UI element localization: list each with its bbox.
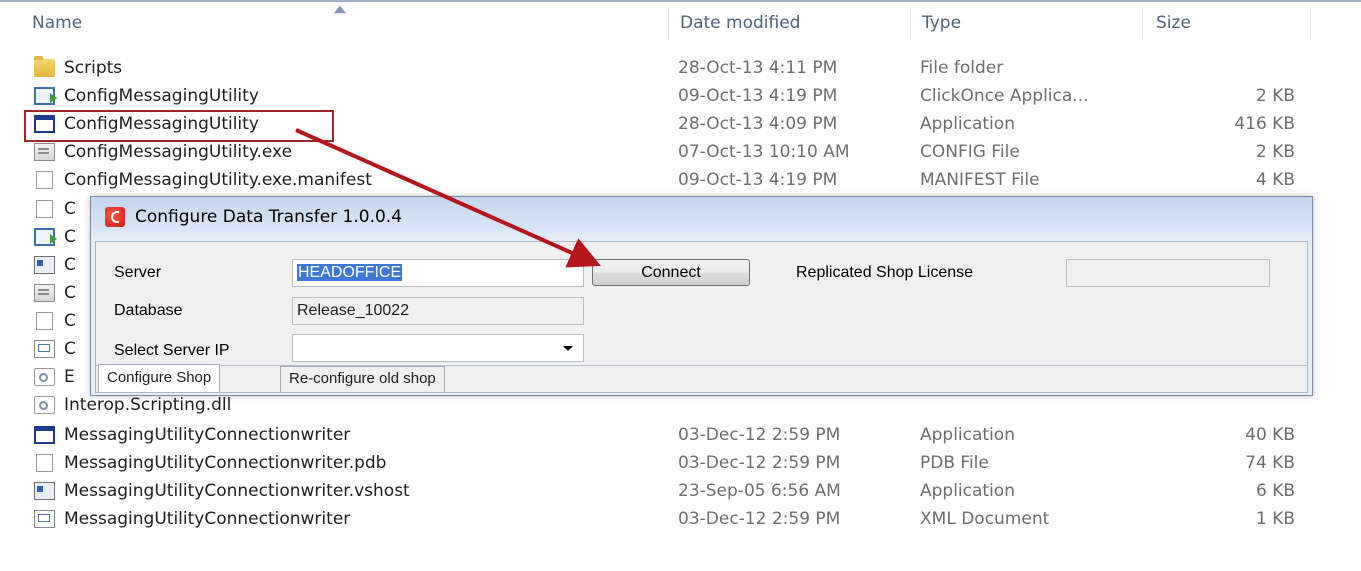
file-type: XML Document: [920, 509, 1050, 529]
document-icon: [36, 454, 53, 472]
database-label: Database: [114, 302, 183, 319]
dialog-title: Configure Data Transfer 1.0.0.4: [135, 207, 403, 227]
file-row[interactable]: Scripts 28-Oct-13 4:11 PM File folder: [0, 54, 1361, 82]
file-row[interactable]: ConfigMessagingUtility 09-Oct-13 4:19 PM…: [0, 82, 1361, 110]
file-row[interactable]: ConfigMessagingUtility.exe.manifest 09-O…: [0, 166, 1361, 194]
file-type: MANIFEST File: [920, 170, 1040, 190]
column-header-type[interactable]: Type: [914, 2, 1140, 44]
file-size: 2 KB: [1255, 86, 1295, 106]
xml-document-icon: [34, 340, 55, 358]
column-header-date-modified[interactable]: Date modified: [672, 2, 910, 44]
select-server-ip-label: Select Server IP: [114, 342, 230, 359]
file-type: PDB File: [920, 453, 989, 473]
file-name: MessagingUtilityConnectionwriter: [64, 425, 351, 445]
file-name: C: [64, 339, 76, 359]
column-divider[interactable]: [668, 8, 669, 40]
file-size: 416 KB: [1234, 114, 1295, 134]
file-row[interactable]: MessagingUtilityConnectionwriter.vshost …: [0, 477, 1361, 505]
file-type: CONFIG File: [920, 142, 1020, 162]
file-name: MessagingUtilityConnectionwriter: [64, 509, 351, 529]
replicated-shop-license-field[interactable]: [1066, 259, 1270, 287]
dll-icon: [34, 396, 55, 414]
file-name: ConfigMessagingUtility.exe: [64, 142, 293, 162]
config-file-icon: [34, 284, 55, 302]
xml-document-icon: [34, 510, 55, 528]
sort-ascending-icon: ▲: [333, 4, 347, 15]
file-date: 03-Dec-12 2:59 PM: [678, 425, 841, 445]
file-date: 23-Sep-05 6:56 AM: [678, 481, 841, 501]
clickonce-icon: [34, 228, 57, 246]
document-icon: [36, 171, 53, 189]
document-icon: [36, 200, 53, 218]
vshost-icon: [34, 482, 55, 500]
column-divider[interactable]: [1310, 8, 1311, 40]
file-row[interactable]: MessagingUtilityConnectionwriter 03-Dec-…: [0, 505, 1361, 533]
server-field[interactable]: HEADOFFICE: [292, 259, 584, 287]
file-size: 4 KB: [1255, 170, 1295, 190]
file-type: File folder: [920, 58, 1004, 78]
file-date: 09-Oct-13 4:19 PM: [678, 170, 838, 190]
file-row[interactable]: MessagingUtilityConnectionwriter.pdb 03-…: [0, 449, 1361, 477]
database-field[interactable]: Release_10022: [292, 297, 584, 325]
replicated-shop-license-label: Replicated Shop License: [796, 264, 974, 281]
file-size: 2 KB: [1255, 142, 1295, 162]
file-type: ClickOnce Applica...: [920, 86, 1089, 106]
chevron-down-icon[interactable]: [563, 346, 573, 351]
folder-icon: [34, 56, 55, 77]
file-name: MessagingUtilityConnectionwriter.pdb: [64, 453, 387, 473]
connect-button[interactable]: Connect: [592, 259, 750, 286]
file-date: 07-Oct-13 10:10 AM: [678, 142, 850, 162]
file-date: 28-Oct-13 4:09 PM: [678, 114, 838, 134]
file-name: C: [64, 227, 76, 247]
file-date: 09-Oct-13 4:19 PM: [678, 86, 838, 106]
dialog-client-area: Server HEADOFFICE Connect Replicated Sho…: [95, 241, 1308, 393]
file-date: 03-Dec-12 2:59 PM: [678, 453, 841, 473]
configure-data-transfer-dialog: Configure Data Transfer 1.0.0.4 Server H…: [90, 196, 1313, 396]
column-divider[interactable]: [910, 8, 911, 40]
select-server-ip-dropdown[interactable]: [292, 334, 584, 362]
file-type: Application: [920, 481, 1015, 501]
file-size: 74 KB: [1245, 453, 1295, 473]
file-name: MessagingUtilityConnectionwriter.vshost: [64, 481, 410, 501]
file-date: 28-Oct-13 4:11 PM: [678, 58, 838, 78]
tab-strip: Configure Shop Re-configure old shop: [96, 364, 1307, 392]
column-header-row: Name ▲ Date modified Type Size: [0, 0, 1361, 44]
server-value: HEADOFFICE: [297, 264, 403, 281]
column-divider[interactable]: [1142, 8, 1143, 40]
file-row[interactable]: MessagingUtilityConnectionwriter 03-Dec-…: [0, 421, 1361, 449]
document-icon: [36, 312, 53, 330]
file-name: C: [64, 255, 76, 275]
file-name: Scripts: [64, 58, 123, 78]
file-type: Application: [920, 114, 1015, 134]
file-name: ConfigMessagingUtility.exe.manifest: [64, 170, 372, 190]
dll-icon: [34, 368, 55, 386]
file-name: C: [64, 283, 76, 303]
file-size: 1 KB: [1255, 509, 1295, 529]
file-row[interactable]: ConfigMessagingUtility.exe 07-Oct-13 10:…: [0, 138, 1361, 166]
vshost-icon: [34, 256, 55, 274]
config-file-icon: [34, 143, 55, 161]
tab-reconfigure-old-shop[interactable]: Re-configure old shop: [280, 366, 445, 392]
tab-configure-shop[interactable]: Configure Shop: [98, 364, 221, 392]
file-size: 6 KB: [1255, 481, 1295, 501]
file-size: 40 KB: [1245, 425, 1295, 445]
file-name: C: [64, 311, 76, 331]
file-name: ConfigMessagingUtility: [64, 86, 259, 106]
file-date: 03-Dec-12 2:59 PM: [678, 509, 841, 529]
file-type: Application: [920, 425, 1015, 445]
server-label: Server: [114, 264, 162, 281]
column-header-size[interactable]: Size: [1148, 2, 1308, 44]
app-icon: [105, 207, 125, 227]
application-icon: [34, 426, 55, 444]
clickonce-icon: [34, 87, 57, 105]
file-name: C: [64, 199, 76, 219]
annotation-highlight-box: [24, 110, 334, 142]
file-name: E: [64, 367, 75, 387]
